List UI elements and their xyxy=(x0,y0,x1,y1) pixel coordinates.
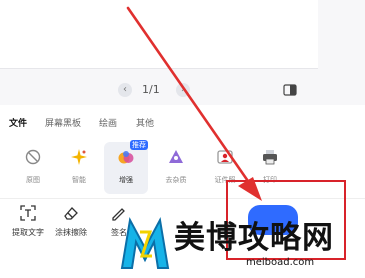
printer-icon xyxy=(263,150,277,165)
page-indicator: 1/1 xyxy=(142,83,160,96)
filter-label: 去杂质 xyxy=(165,176,187,184)
site-logo xyxy=(120,216,170,269)
magic-sparkle-icon xyxy=(71,149,87,165)
watermark: 美博攻略网 meiboad.com xyxy=(118,208,365,277)
filter-enhance[interactable]: 推荐 增强 xyxy=(104,140,148,194)
tab-other[interactable]: 其他 xyxy=(136,116,154,129)
watermark-url: meiboad.com xyxy=(246,257,315,268)
recommend-badge: 推荐 xyxy=(130,140,148,150)
tab-file[interactable]: 文件 xyxy=(9,116,27,129)
id-photo-icon xyxy=(217,150,233,164)
no-filter-icon xyxy=(25,149,41,165)
text-extract-icon xyxy=(20,205,36,221)
filter-label: 原图 xyxy=(26,176,40,184)
tab-drawing[interactable]: 绘画 xyxy=(99,116,117,129)
filter-remove-impurity[interactable]: 去杂质 xyxy=(154,142,198,194)
document-page xyxy=(0,0,318,69)
split-view-icon[interactable] xyxy=(283,83,297,97)
prev-page-button[interactable]: ‹ xyxy=(118,83,132,97)
filter-smart[interactable]: 智能 xyxy=(57,142,101,194)
next-page-button[interactable]: › xyxy=(176,83,190,97)
page-pager: ‹ 1/1 › xyxy=(118,82,190,100)
filter-original[interactable]: 原图 xyxy=(11,142,55,194)
tab-screen-blackboard[interactable]: 屏幕黑板 xyxy=(45,116,81,129)
eraser-icon xyxy=(64,207,78,220)
remove-impurity-icon xyxy=(169,150,183,163)
watermark-title: 美博攻略网 xyxy=(174,220,334,256)
enhance-icon xyxy=(118,151,134,164)
filter-label: 智能 xyxy=(72,176,86,184)
document-preview-area: ‹ 1/1 › xyxy=(0,0,365,105)
filter-label: 增强 xyxy=(119,176,133,184)
